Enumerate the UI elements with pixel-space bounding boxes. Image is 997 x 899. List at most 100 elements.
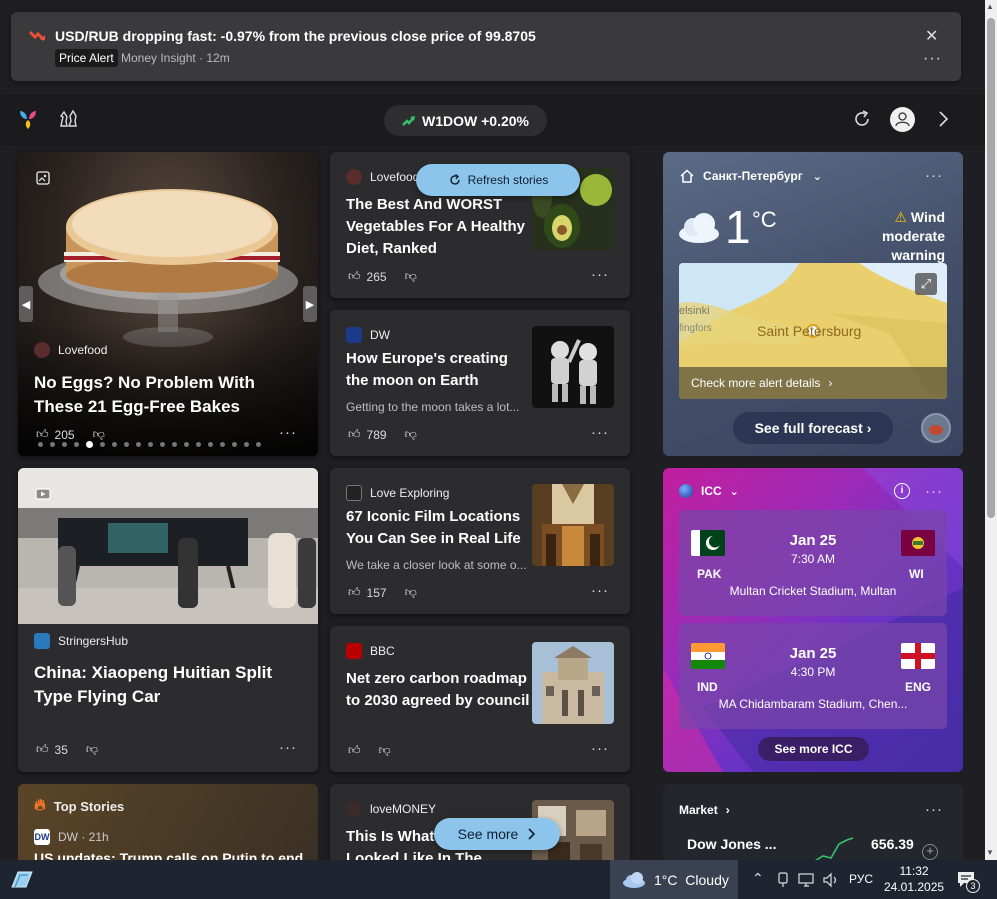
add-icon[interactable]: + [922,844,938,860]
icc-title-selector[interactable]: ICC ⌄ [679,484,739,498]
carousel-pager [38,441,261,448]
refresh-icon[interactable] [852,109,872,129]
notification-count-badge: 3 [966,879,980,893]
start-app-icon[interactable] [10,869,34,891]
dislike-icon[interactable]: 👎︎ [379,743,391,758]
council-building-thumbnail [532,642,614,724]
dislike-icon[interactable]: 👎︎ [405,585,417,600]
card-headline[interactable]: The Best And WORST Vegetables For A Heal… [346,194,536,260]
market-title-link[interactable]: Market › [679,803,730,817]
chevron-right-icon[interactable] [936,109,950,129]
see-more-icc-button[interactable]: See more ICC [758,737,869,761]
scroll-up-icon[interactable]: ▲ [986,2,994,11]
more-options-icon[interactable]: ··· [279,424,297,441]
stringershub-logo-icon [34,633,50,649]
lovefood-logo-icon [346,169,362,185]
like-count: 265 [366,269,387,284]
chevron-up-icon[interactable]: ⌃ [752,870,764,887]
like-icon[interactable]: 👍︎ [36,742,49,757]
card-headline[interactable]: How Europe's creating the moon on Earth [346,348,526,392]
dislike-icon[interactable]: 👎︎ [405,269,417,284]
more-options-icon[interactable]: ··· [923,50,942,68]
more-options-icon[interactable]: ··· [591,740,609,757]
carousel-next-button[interactable]: ▶ [303,286,317,322]
weather-map[interactable]: Saint Petersburg elsinki fingfors ⤢ Chec… [679,263,947,399]
weather-warning[interactable]: ⚠︎ Wind moderate warning [827,208,945,265]
more-options-icon[interactable]: ··· [925,167,943,184]
news-card-net-zero[interactable]: BBC Net zero carbon roadmap to 2030 agre… [330,626,630,772]
dislike-icon[interactable]: 👎︎ [405,427,417,442]
bbc-logo-icon [346,643,362,659]
icc-cricket-widget[interactable]: ICC ⌄ i ··· PAK Jan 25 7:30 AM WI Multan… [663,468,963,772]
warning-title: Wind [910,209,945,225]
team1-code: IND [697,680,718,694]
close-icon[interactable]: ✕ [925,26,938,46]
market-ticker[interactable]: W1DOW +0.20% [384,105,547,136]
news-card-flying-car[interactable]: StringersHub China: Xiaopeng Huitian Spl… [18,468,318,772]
refresh-icon [449,173,460,185]
like-icon[interactable]: 👍︎ [348,427,361,442]
more-options-icon[interactable]: ··· [591,582,609,599]
weather-widget[interactable]: Санкт-Петербург ⌄ ··· 1 °C ⚠︎ Wind moder… [663,152,963,456]
card-headline[interactable]: China: Xiaopeng Huitian Split Type Flyin… [34,661,304,709]
more-options-icon[interactable]: ··· [925,801,943,818]
map-label-helsingfors: fingfors [679,323,712,334]
warning-icon: ⚠︎ [894,209,907,225]
refresh-stories-button[interactable]: Refresh stories [416,164,580,196]
more-options-icon[interactable]: ··· [279,739,297,756]
match-card-1[interactable]: PAK Jan 25 7:30 AM WI Multan Cricket Sta… [679,510,947,616]
avatar[interactable] [890,107,915,132]
news-card-film-locations[interactable]: Love Exploring 67 Iconic Film Locations … [330,468,630,614]
input-language[interactable]: РУС [849,872,873,886]
video-icon [35,488,51,500]
widgets-toolbar: W1DOW +0.20% [0,94,985,146]
dislike-icon[interactable]: 👎︎ [86,742,98,757]
see-full-forecast-button[interactable]: See full forecast › [733,412,893,444]
price-alert-notification[interactable]: USD/RUB dropping fast: -0.97% from the p… [11,12,961,81]
like-icon[interactable]: 👍︎ [348,585,361,600]
scrollbar-thumb[interactable] [987,18,995,518]
alert-details-link[interactable]: Check more alert details › [691,376,832,390]
more-options-icon[interactable]: ··· [591,266,609,283]
like-count: 789 [366,427,387,442]
west-indies-flag-icon [901,530,935,556]
dislike-icon[interactable]: 👎︎ [93,427,105,442]
card-headline[interactable]: Net zero carbon roadmap to 2030 agreed b… [346,668,532,712]
like-icon[interactable]: 👍︎ [36,427,49,442]
volume-icon[interactable] [822,872,840,888]
england-flag-icon [901,643,935,669]
chess-icon[interactable] [57,107,79,129]
card-headline[interactable]: No Eggs? No Problem With These 21 Egg-Fr… [34,371,304,419]
taskbar-weather[interactable]: 1°C Cloudy [610,860,738,899]
forecast-label: See full forecast [754,420,863,436]
carousel-prev-button[interactable]: ◀ [19,286,33,322]
section-header: 🔥︎ Top Stories [34,797,124,815]
icc-title: ICC [701,484,722,498]
like-icon[interactable]: 👍︎ [348,269,361,284]
widgets-logo-icon[interactable] [17,108,39,130]
news-card-moon[interactable]: DW How Europe's creating the moon on Ear… [330,310,630,456]
card-source: Lovefood [346,169,419,185]
see-more-button[interactable]: See more [434,818,560,850]
source-name: BBC [370,644,395,658]
usb-device-icon[interactable] [776,872,790,888]
match-venue: MA Chidambaram Stadium, Chen... [718,697,908,711]
market-widget[interactable]: Market › ··· Dow Jones ... 656.39 + [663,784,963,864]
more-options-icon[interactable]: ··· [591,424,609,441]
source-meta: DW · 21h [58,830,109,844]
match-card-2[interactable]: IND Jan 25 4:30 PM ENG MA Chidambaram St… [679,623,947,729]
card-actions: 👍︎ 157 👎︎ [348,585,417,600]
more-options-icon[interactable]: ··· [925,483,943,500]
location-selector[interactable]: Санкт-Петербург ⌄ [703,169,822,183]
taskbar-clock[interactable]: 11:32 24.01.2025 [884,863,944,895]
expand-icon[interactable]: ⤢ [915,273,937,295]
scroll-down-icon[interactable]: ▼ [986,848,994,857]
top-stories-card[interactable]: 🔥︎ Top Stories DW DW · 21h US updates: T… [18,784,318,864]
copilot-avatar-icon[interactable] [921,413,951,443]
news-card-egg-free-bakes[interactable]: ◀ ▶ Lovefood No Eggs? No Problem With Th… [18,152,318,456]
info-icon[interactable]: i [894,483,910,499]
refresh-label: Refresh stories [467,173,549,187]
card-headline[interactable]: 67 Iconic Film Locations You Can See in … [346,506,536,550]
like-icon[interactable]: 👍︎ [348,743,361,758]
network-icon[interactable] [798,872,816,888]
